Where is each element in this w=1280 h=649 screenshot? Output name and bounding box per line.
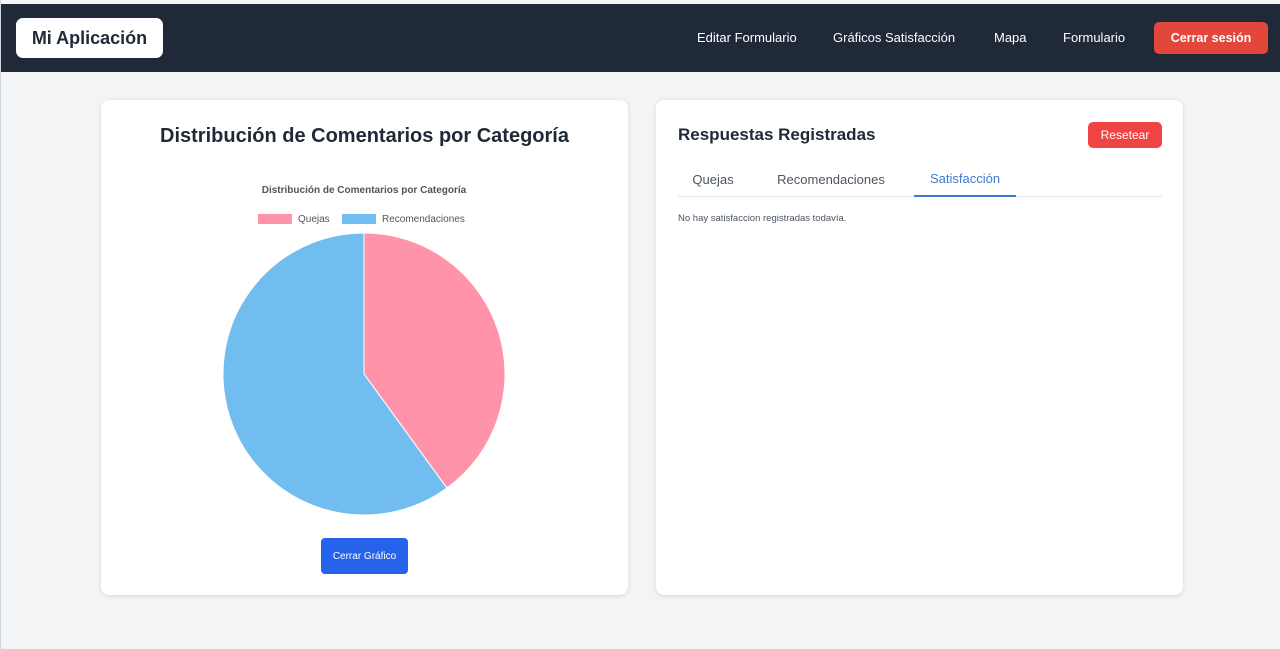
- tab-quejas[interactable]: Quejas: [678, 162, 748, 197]
- chart-legend: Quejas Recomendaciones: [258, 214, 465, 225]
- nav-graficos-satisfaccion[interactable]: Gráficos Satisfacción: [833, 30, 955, 45]
- empty-message: No hay satisfaccion registradas todavía.: [678, 213, 847, 224]
- legend-swatch-recomendaciones[interactable]: [342, 214, 376, 224]
- chart-card: Distribución de Comentarios por Categorí…: [101, 100, 628, 595]
- tab-recomendaciones[interactable]: Recomendaciones: [776, 162, 886, 197]
- responses-tabs: Quejas Recomendaciones Satisfacción: [678, 162, 1162, 197]
- chart-title: Distribución de Comentarios por Categorí…: [262, 185, 467, 196]
- nav-mapa[interactable]: Mapa: [994, 30, 1027, 45]
- legend-swatch-quejas[interactable]: [258, 214, 292, 224]
- tab-satisfaccion[interactable]: Satisfacción: [914, 162, 1016, 197]
- brand-logo[interactable]: Mi Aplicación: [16, 18, 163, 58]
- pie-slices: [222, 232, 506, 516]
- legend-label-quejas: Quejas: [298, 214, 330, 225]
- nav-editar-formulario[interactable]: Editar Formulario: [697, 30, 797, 45]
- reset-button[interactable]: Resetear: [1088, 122, 1162, 148]
- legend-label-recomendaciones: Recomendaciones: [382, 214, 465, 225]
- responses-card: Respuestas Registradas Resetear Quejas R…: [656, 100, 1183, 595]
- responses-title: Respuestas Registradas: [678, 125, 876, 144]
- pie-chart: Distribución de Comentarios por Categorí…: [222, 185, 506, 516]
- nav-formulario[interactable]: Formulario: [1063, 30, 1125, 45]
- top-navbar: Mi Aplicación Editar Formulario Gráficos…: [1, 4, 1280, 72]
- close-chart-button[interactable]: Cerrar Gráfico: [321, 538, 408, 574]
- logout-button[interactable]: Cerrar sesión: [1154, 22, 1268, 54]
